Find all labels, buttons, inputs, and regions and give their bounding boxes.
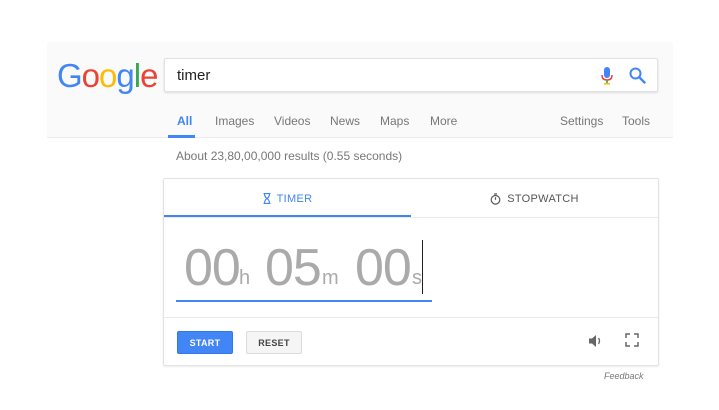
tab-timer[interactable]: TIMER	[164, 179, 411, 218]
timer-hours-unit: h	[239, 267, 251, 289]
tab-maps[interactable]: Maps	[380, 114, 409, 128]
reset-button[interactable]: RESET	[246, 331, 302, 354]
timer-card: TIMER STOPWATCH 00 h 05 m 00 s START RES…	[163, 178, 659, 366]
fullscreen-icon[interactable]	[625, 333, 639, 347]
tab-more[interactable]: More	[430, 114, 457, 128]
logo-letter: o	[99, 57, 117, 94]
results-count: About 23,80,00,000 results (0.55 seconds…	[176, 149, 403, 163]
tab-stopwatch[interactable]: STOPWATCH	[411, 179, 658, 218]
search-tabs: All Images Videos News Maps More Setting…	[164, 108, 658, 138]
logo-letter: e	[140, 57, 158, 94]
text-cursor	[422, 240, 423, 294]
logo-letter: g	[116, 57, 134, 94]
logo-letter: o	[81, 57, 100, 94]
tab-tools[interactable]: Tools	[622, 114, 650, 128]
timer-card-footer: START RESET	[164, 317, 658, 366]
tab-news[interactable]: News	[330, 114, 360, 128]
timer-minutes-unit: m	[322, 267, 339, 289]
search-icon[interactable]	[629, 67, 646, 84]
timer-minutes: 05	[265, 239, 322, 297]
active-tab-indicator	[168, 135, 195, 138]
timer-seconds: 00	[355, 239, 412, 297]
stopwatch-icon	[490, 192, 501, 205]
tab-settings[interactable]: Settings	[560, 114, 603, 128]
volume-icon[interactable]	[588, 333, 604, 349]
tab-stopwatch-label: STOPWATCH	[507, 192, 579, 205]
tab-videos[interactable]: Videos	[274, 114, 310, 128]
timer-display[interactable]: 00 h 05 m 00 s	[176, 234, 432, 302]
feedback-link[interactable]: Feedback	[604, 371, 644, 381]
timer-card-tabs: TIMER STOPWATCH	[164, 179, 658, 218]
search-box	[164, 58, 658, 92]
timer-hours: 00	[184, 239, 241, 297]
tab-all[interactable]: All	[177, 114, 192, 128]
microphone-icon[interactable]	[601, 67, 613, 85]
tab-images[interactable]: Images	[215, 114, 254, 128]
start-button[interactable]: START	[177, 331, 233, 354]
logo-letter: G	[57, 57, 83, 94]
hourglass-icon	[263, 193, 271, 204]
tab-timer-label: TIMER	[276, 192, 313, 205]
search-input[interactable]	[177, 59, 577, 91]
timer-tab-indicator	[164, 215, 411, 217]
timer-seconds-unit: s	[412, 267, 422, 289]
google-logo[interactable]: G o o g l e	[57, 56, 158, 96]
